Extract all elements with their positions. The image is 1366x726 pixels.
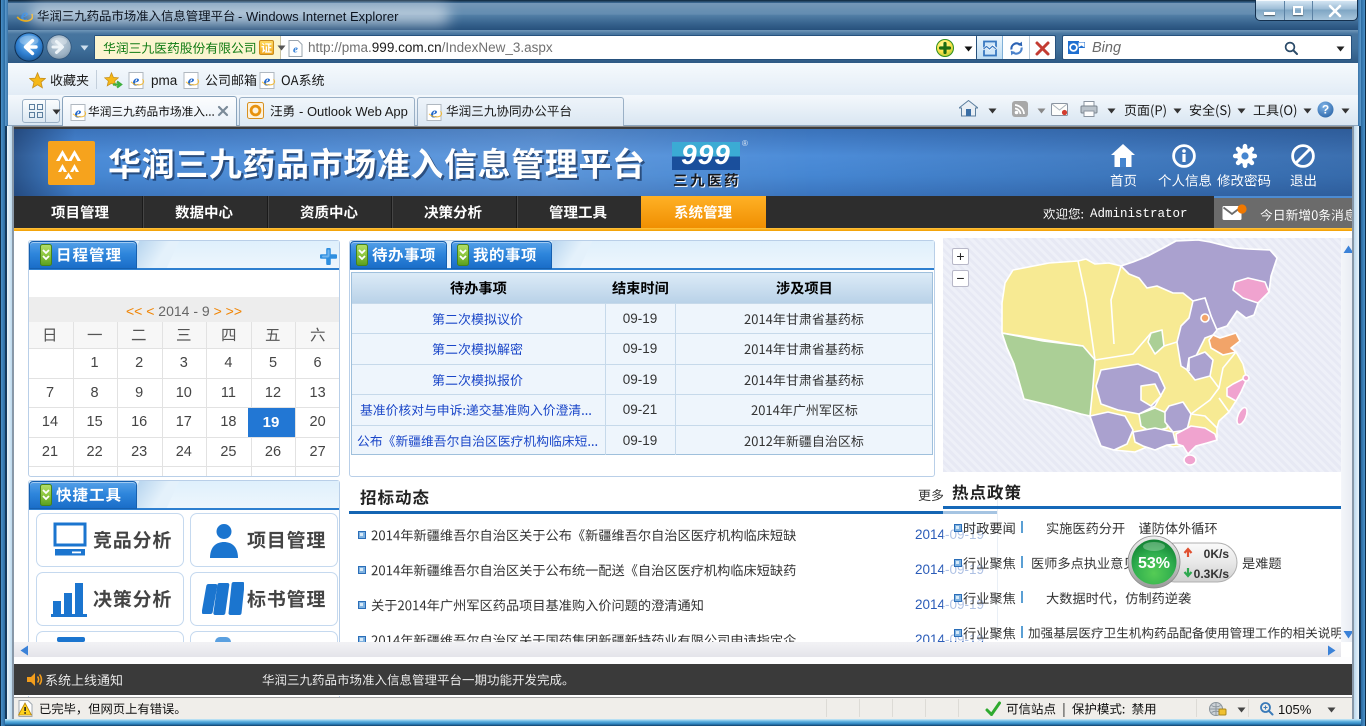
svg-text:e: e: [75, 106, 82, 122]
svg-text:e: e: [293, 44, 298, 56]
svg-text:e: e: [431, 106, 438, 122]
svg-text:?: ?: [1322, 103, 1329, 117]
svg-text:e: e: [188, 74, 195, 90]
svg-text:e: e: [264, 74, 271, 90]
svg-text:53%: 53%: [1138, 555, 1170, 572]
svg-text:0.3K/s: 0.3K/s: [1194, 567, 1230, 581]
svg-text:e: e: [133, 74, 140, 90]
svg-text:0K/s: 0K/s: [1204, 547, 1230, 561]
